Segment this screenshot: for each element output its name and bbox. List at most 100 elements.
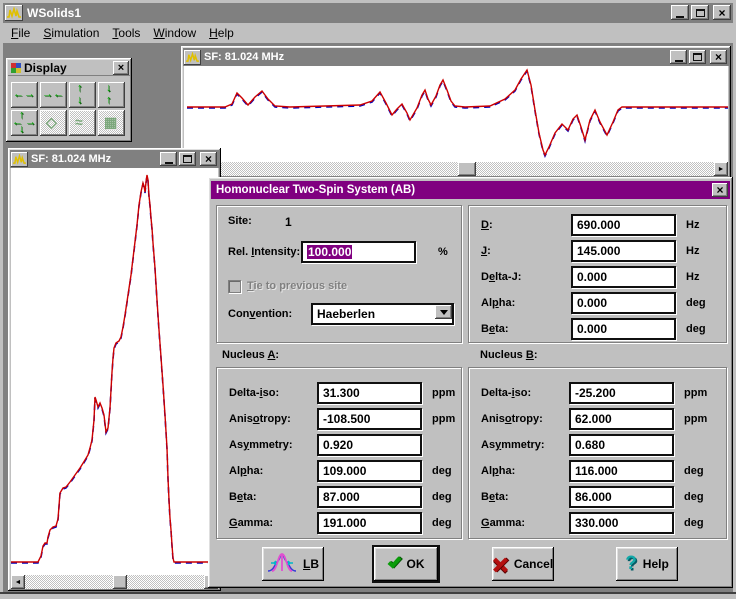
question-icon: ? xyxy=(625,553,637,575)
left-spectrum-titlebar[interactable]: SF: 81.024 MHz × xyxy=(10,150,219,168)
zoom-region-icon: ◇ xyxy=(46,115,57,129)
chevron-down-icon xyxy=(440,310,448,315)
param-unit: Hz xyxy=(686,245,699,257)
param-input[interactable]: -108.500 xyxy=(317,408,422,430)
param-row: Gamma:330.000deg xyxy=(481,512,726,534)
maximize-button[interactable] xyxy=(179,152,196,166)
rel-intensity-unit: % xyxy=(438,246,448,258)
param-input[interactable]: 31.300 xyxy=(317,382,422,404)
scroll-left-button[interactable]: ◄ xyxy=(11,575,25,589)
menu-window[interactable]: Window xyxy=(147,24,202,42)
menu-simulation[interactable]: Simulation xyxy=(37,24,105,42)
top-spectrum-titlebar[interactable]: SF: 81.024 MHz × xyxy=(183,48,729,66)
close-button[interactable]: × xyxy=(200,152,217,166)
expand-all-icon: ← xyxy=(12,117,23,128)
param-row: J:145.000Hz xyxy=(481,240,726,262)
param-row: Delta-iso:31.300 ppm xyxy=(229,382,461,404)
minimize-button[interactable] xyxy=(160,152,177,166)
expand-vertical-icon: ↑ xyxy=(77,83,83,94)
expand-vertical-button[interactable]: ↑↓ xyxy=(69,82,96,108)
param-input[interactable]: -25.200 xyxy=(569,382,674,404)
scrollbar-thumb[interactable] xyxy=(113,575,127,589)
compress-horizontal-icon: ← xyxy=(53,89,64,100)
param-input[interactable]: 109.000 xyxy=(317,460,422,482)
param-unit: ppm xyxy=(684,387,707,399)
param-row: Alpha:116.000 deg xyxy=(481,460,726,482)
param-row: Beta:87.000deg xyxy=(229,486,461,508)
param-label: Delta-iso: xyxy=(229,387,317,399)
maximize-button[interactable] xyxy=(689,50,706,64)
convention-combobox[interactable]: Haeberlen xyxy=(311,303,454,325)
param-input[interactable]: 191.000 xyxy=(317,512,422,534)
param-label: Beta: xyxy=(481,491,569,503)
cross-icon xyxy=(493,557,508,572)
dialog-close-button[interactable]: × xyxy=(712,183,728,197)
param-label: D: xyxy=(481,219,571,231)
param-input[interactable]: 0.000 xyxy=(571,292,676,314)
param-input[interactable]: 0.680 xyxy=(569,434,674,456)
desktop-screen: WSolids1 × FileSimulationToolsWindowHelp… xyxy=(0,0,736,599)
help-button[interactable]: ?Help xyxy=(616,547,678,581)
minimize-button[interactable] xyxy=(670,50,687,64)
param-input[interactable]: 0.000 xyxy=(571,318,676,340)
param-unit: deg xyxy=(684,465,704,477)
spectrum-client xyxy=(11,168,218,575)
expand-all-button[interactable]: ↑↓←→ xyxy=(11,110,38,136)
param-input[interactable]: 0.000 xyxy=(571,266,676,288)
maximize-button[interactable] xyxy=(691,5,709,20)
param-input[interactable]: 87.000 xyxy=(317,486,422,508)
display-icon xyxy=(11,63,21,73)
display-toolbox-window: Display × ←→→←↑↓↓↑↑↓←→◇≈▦ xyxy=(6,58,132,142)
param-input[interactable]: 86.000 xyxy=(569,486,674,508)
param-unit: deg xyxy=(432,465,452,477)
horizontal-scrollbar[interactable]: ◄ ► xyxy=(11,575,218,589)
main-window-bottom-border xyxy=(0,592,736,599)
param-input[interactable]: 62.000 xyxy=(569,408,674,430)
tie-label: Tie to previous site xyxy=(247,280,347,292)
close-button[interactable]: × xyxy=(710,50,727,64)
param-input[interactable]: 330.000 xyxy=(569,512,674,534)
expand-horizontal-button[interactable]: ←→ xyxy=(11,82,38,108)
menu-tools[interactable]: Tools xyxy=(106,24,146,42)
param-unit: ppm xyxy=(432,387,455,399)
dropdown-button[interactable] xyxy=(435,305,452,319)
expand-vertical-icon: ↓ xyxy=(77,95,83,106)
param-label: Alpha: xyxy=(481,465,569,477)
rel-intensity-input[interactable]: 100.000 xyxy=(301,241,416,263)
button-label: Cancel xyxy=(514,557,553,571)
param-unit: deg xyxy=(432,491,452,503)
maximize-icon xyxy=(696,9,705,17)
compress-horizontal-button[interactable]: →← xyxy=(40,82,67,108)
param-row: Asymmetry:0.680 xyxy=(481,434,726,456)
expand-horizontal-icon: → xyxy=(24,89,35,100)
param-row: Delta-iso:-25.200ppm xyxy=(481,382,726,404)
display-toolbox-titlebar[interactable]: Display × xyxy=(8,60,130,76)
param-input[interactable]: 116.000 xyxy=(569,460,674,482)
scroll-right-button[interactable]: ► xyxy=(714,162,728,176)
toolbox-close-button[interactable]: × xyxy=(113,61,129,75)
param-input[interactable]: 0.920 xyxy=(317,434,422,456)
minimize-button[interactable] xyxy=(671,5,689,20)
maximize-icon xyxy=(183,155,192,163)
lb-button[interactable]: LB xyxy=(262,547,324,581)
horizontal-scrollbar[interactable]: ◄ ► xyxy=(184,162,728,176)
ok-button[interactable]: OK xyxy=(372,545,440,583)
menu-file[interactable]: File xyxy=(5,24,36,42)
scrollbar-thumb[interactable] xyxy=(458,162,476,176)
site-value: 1 xyxy=(285,215,292,229)
param-unit: ppm xyxy=(684,413,707,425)
menu-help[interactable]: Help xyxy=(203,24,240,42)
cancel-button[interactable]: Cancel xyxy=(492,547,554,581)
param-unit: deg xyxy=(684,491,704,503)
tie-checkbox xyxy=(228,280,241,293)
param-input[interactable]: 145.000 xyxy=(571,240,676,262)
dialog-titlebar[interactable]: Homonuclear Two-Spin System (AB) × xyxy=(211,181,730,199)
dialog-title: Homonuclear Two-Spin System (AB) xyxy=(216,184,415,196)
compress-vertical-button[interactable]: ↓↑ xyxy=(98,82,125,108)
nucleus-a-heading: Nucleus A: xyxy=(222,349,279,361)
close-button[interactable]: × xyxy=(713,5,731,20)
param-label: Gamma: xyxy=(229,517,317,529)
param-input[interactable]: 690.000 xyxy=(571,214,676,236)
lineshape-icon xyxy=(267,551,297,578)
toolbox-button-grid: ←→→←↑↓↓↑↑↓←→◇≈▦ xyxy=(11,82,127,136)
